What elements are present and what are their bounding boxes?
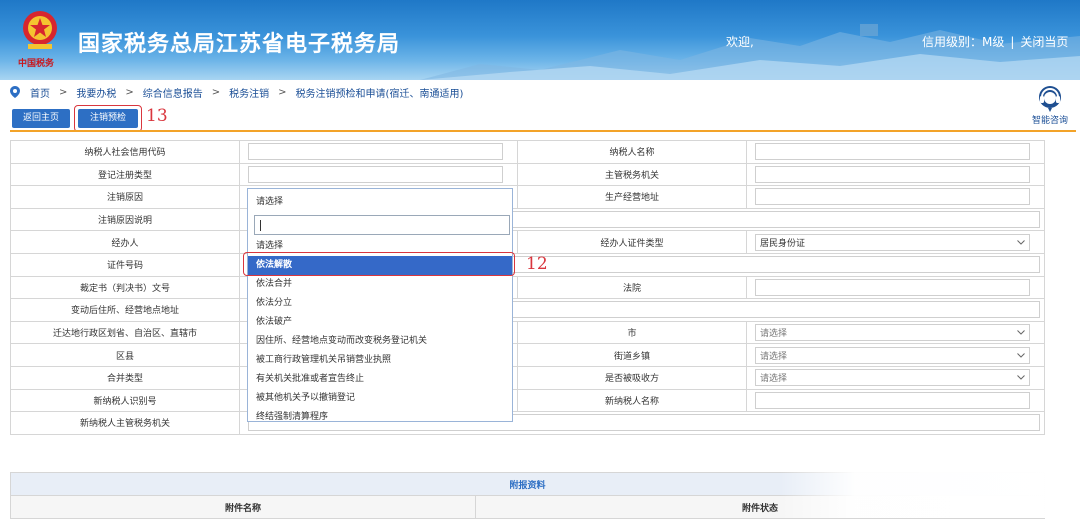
- dropdown-option[interactable]: 依法破产: [248, 313, 512, 332]
- new-taxpayer-name-field[interactable]: [755, 391, 1030, 409]
- street-select[interactable]: 请选择: [755, 346, 1030, 364]
- business-address-field[interactable]: [755, 188, 1030, 206]
- handler-id-type-value: 居民身份证: [760, 238, 806, 249]
- breadcrumb-separator: >: [125, 86, 134, 98]
- chevron-down-icon: [1017, 375, 1025, 380]
- mountain-backdrop: [420, 24, 1080, 80]
- breadcrumb-separator: >: [278, 86, 287, 98]
- cancel-reason-desc-label: 注销原因说明: [10, 207, 240, 232]
- cancellation-form: 纳税人社会信用代码 纳税人名称 登记注册类型 主管税务机关 注销原因 生产经营地…: [10, 140, 1045, 435]
- dropdown-option[interactable]: 被其他机关予以撤销登记: [248, 389, 512, 408]
- tax-authority-label: 主管税务机关: [517, 162, 747, 187]
- chevron-down-icon: [1017, 239, 1025, 245]
- form-row: 登记注册类型 主管税务机关: [10, 162, 1045, 187]
- close-page-link[interactable]: 关闭当页: [1020, 35, 1068, 49]
- absorbed-party-label: 是否被吸收方: [517, 365, 747, 390]
- breadcrumb-separator: >: [211, 86, 221, 98]
- attachment-name-header: 附件名称: [10, 495, 476, 519]
- dropdown-option[interactable]: 被工商行政管理机关吊销营业执照: [248, 351, 512, 370]
- city-select[interactable]: 请选择: [755, 324, 1030, 342]
- dropdown-option[interactable]: 因住所、经营地点变动而改变税务登记机关: [248, 332, 512, 351]
- destination-province-label: 迁达地行政区划省、自治区、直辖市: [10, 320, 240, 345]
- court-field[interactable]: [755, 278, 1030, 296]
- form-row: 区县 街道乡镇 请选择: [10, 343, 1045, 367]
- breadcrumb: 首页 > 我要办税 > 综合信息报告 > 税务注销 > 税务注销预检和申请(宿迁…: [10, 84, 463, 100]
- form-row: 迁达地行政区划省、自治区、直辖市 市 请选择: [10, 320, 1045, 345]
- handler-label: 经办人: [10, 230, 240, 254]
- back-home-button[interactable]: 返回主页: [12, 109, 70, 128]
- business-address-label: 生产经营地址: [517, 185, 747, 209]
- site-title: 国家税务总局江苏省电子税务局: [78, 32, 401, 57]
- precheck-annotation: 13: [146, 106, 168, 126]
- absorbed-party-value: 请选择: [760, 374, 788, 385]
- location-pin-icon: [10, 86, 20, 98]
- breadcrumb-separator: >: [59, 86, 68, 98]
- welcome-text: 欢迎,: [726, 35, 754, 49]
- form-row: 纳税人社会信用代码 纳税人名称: [10, 140, 1045, 164]
- text-cursor: [260, 220, 261, 231]
- form-row: 裁定书（判决书）文号 法院: [10, 275, 1045, 300]
- dropdown-search-input[interactable]: [254, 215, 510, 235]
- id-number-label: 证件号码: [10, 252, 240, 277]
- taxpayer-name-label: 纳税人名称: [517, 140, 747, 164]
- form-row: 新纳税人识别号 新纳税人名称: [10, 388, 1045, 413]
- credit-level: 信用级别：M级: [922, 35, 1005, 49]
- dropdown-option[interactable]: 依法分立: [248, 294, 512, 313]
- handler-id-type-label: 经办人证件类型: [517, 230, 747, 254]
- absorbed-party-select[interactable]: 请选择: [755, 369, 1030, 387]
- breadcrumb-home[interactable]: 首页: [30, 85, 50, 100]
- dropdown-option[interactable]: 终结强制清算程序: [248, 408, 512, 421]
- breadcrumb-tax-cancellation[interactable]: 税务注销: [229, 85, 269, 100]
- court-label: 法院: [517, 275, 747, 300]
- handler-id-type-select[interactable]: 居民身份证: [755, 233, 1030, 251]
- selected-option-annotation: 12: [526, 254, 548, 274]
- cancel-reason-label: 注销原因: [10, 185, 240, 209]
- form-row: 合并类型 是否被吸收方 请选择: [10, 365, 1045, 390]
- registration-type-label: 登记注册类型: [10, 162, 240, 187]
- merge-type-label: 合并类型: [10, 365, 240, 390]
- city-label: 市: [517, 320, 747, 345]
- breadcrumb-current: 税务注销预检和申请(宿迁、南通适用): [295, 88, 464, 100]
- tax-emblem-icon: [23, 11, 57, 49]
- chevron-down-icon: [1017, 352, 1025, 358]
- registration-type-field[interactable]: [248, 165, 503, 183]
- credit-info: 信用级别：M级 | 关闭当页: [922, 33, 1068, 50]
- new-address-label: 变动后住所、经营地点地址: [10, 298, 240, 322]
- form-row: 新纳税人主管税务机关: [10, 411, 1045, 435]
- selected-option-highlight: [243, 252, 515, 276]
- headset-icon: [1039, 86, 1061, 112]
- taxpayer-name-field[interactable]: [755, 143, 1030, 161]
- street-label: 街道乡镇: [517, 343, 747, 367]
- form-row: 经办人 经办人证件类型 居民身份证: [10, 230, 1045, 254]
- chevron-down-icon: [1017, 330, 1025, 335]
- breadcrumb-tax-handling[interactable]: 我要办税: [76, 85, 116, 100]
- dropdown-current-value: 请选择: [256, 197, 284, 207]
- assistant-label: 智能咨询: [1031, 116, 1068, 126]
- new-taxpayer-name-label: 新纳税人名称: [517, 388, 747, 413]
- precheck-highlight: [74, 105, 142, 132]
- district-label: 区县: [10, 343, 240, 367]
- screenshot-fade-overlay: [780, 465, 1080, 518]
- header-divider: |: [1010, 35, 1015, 49]
- street-select-value: 请选择: [760, 351, 788, 362]
- form-row: 注销原因说明: [10, 207, 1045, 232]
- credit-code-label: 纳税人社会信用代码: [10, 140, 240, 164]
- credit-code-field[interactable]: [248, 143, 503, 161]
- new-taxpayer-id-label: 新纳税人识别号: [10, 388, 240, 413]
- cancel-reason-dropdown[interactable]: 请选择 请选择 依法解散 依法合并 依法分立 依法破产 因住所、经营地点变动而改…: [247, 188, 513, 422]
- breadcrumb-info-report[interactable]: 综合信息报告: [143, 85, 203, 100]
- city-select-value: 请选择: [760, 329, 788, 340]
- form-row: 变动后住所、经营地点地址: [10, 298, 1045, 322]
- site-header: 中国税务 国家税务总局江苏省电子税务局 欢迎, 信用级别：M级 | 关闭当页: [0, 0, 1080, 80]
- dropdown-option[interactable]: 依法合并: [248, 275, 512, 294]
- emblem-caption: 中国税务: [18, 59, 55, 69]
- toolbar-divider: [10, 130, 1076, 132]
- tax-authority-field[interactable]: [755, 165, 1030, 183]
- dropdown-option[interactable]: 有关机关批准或者宣告终止: [248, 370, 512, 389]
- ruling-number-label: 裁定书（判决书）文号: [10, 275, 240, 300]
- new-tax-authority-label: 新纳税人主管税务机关: [10, 411, 240, 435]
- form-row: 注销原因 生产经营地址: [10, 185, 1045, 209]
- smart-assistant[interactable]: 智能咨询: [1030, 84, 1070, 126]
